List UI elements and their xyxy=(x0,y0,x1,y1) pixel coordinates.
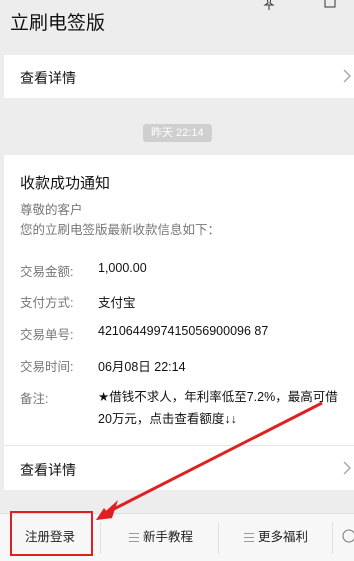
menu-item-label: 新手教程 xyxy=(142,530,193,544)
menu-item-label: 更多福利 xyxy=(257,530,308,544)
remark-label: 备注: xyxy=(20,392,49,406)
intro-text: 您的立刷电签版最新收款信息如下： xyxy=(20,223,221,237)
menu-divider xyxy=(100,522,101,554)
timestamp-badge: 昨天 22:14 xyxy=(143,124,212,142)
menu-icon xyxy=(243,533,254,543)
order-number-value: 4210644997415056900096 87 xyxy=(98,324,269,338)
payment-method-label: 支付方式: xyxy=(20,296,74,310)
remark-text: ★借钱不求人，年利率低至7.2%，最高可借20万元，点击查看额度↓↓ xyxy=(98,390,338,426)
chevron-right-icon xyxy=(343,461,352,475)
menu-icon xyxy=(128,533,139,543)
menu-divider xyxy=(332,522,333,554)
view-details-link[interactable]: 查看详情 xyxy=(20,68,76,88)
transaction-time-label: 交易时间: xyxy=(20,360,74,374)
previous-message-card[interactable]: 查看详情 xyxy=(4,55,354,98)
card-divider xyxy=(4,445,354,446)
view-details-link[interactable]: 查看详情 xyxy=(20,460,76,480)
menu-item-tutorial[interactable]: 新手教程 xyxy=(104,514,218,561)
title-bar: 立刷电签版 xyxy=(0,0,354,48)
order-number-label: 交易单号: xyxy=(20,328,74,342)
amount-label: 交易金额: xyxy=(20,265,74,279)
highlight-box xyxy=(10,511,93,556)
message-title: 收款成功通知 xyxy=(20,175,111,192)
payment-notice-card[interactable]: 收款成功通知 尊敬的客户 您的立刷电签版最新收款信息如下： 交易金额: 1,00… xyxy=(4,155,354,490)
payment-method-value: 支付宝 xyxy=(98,296,136,310)
window-icon[interactable] xyxy=(324,0,336,8)
keyboard-icon[interactable] xyxy=(342,529,354,543)
amount-value: 1,000.00 xyxy=(98,261,147,275)
greeting-text: 尊敬的客户 xyxy=(20,203,83,217)
pin-icon[interactable] xyxy=(262,0,276,11)
app-title: 立刷电签版 xyxy=(10,13,106,34)
menu-divider xyxy=(218,522,219,554)
menu-item-more-benefits[interactable]: 更多福利 xyxy=(222,514,330,561)
transaction-time-value: 06月08日 22:14 xyxy=(98,360,186,374)
chevron-right-icon xyxy=(343,69,352,83)
